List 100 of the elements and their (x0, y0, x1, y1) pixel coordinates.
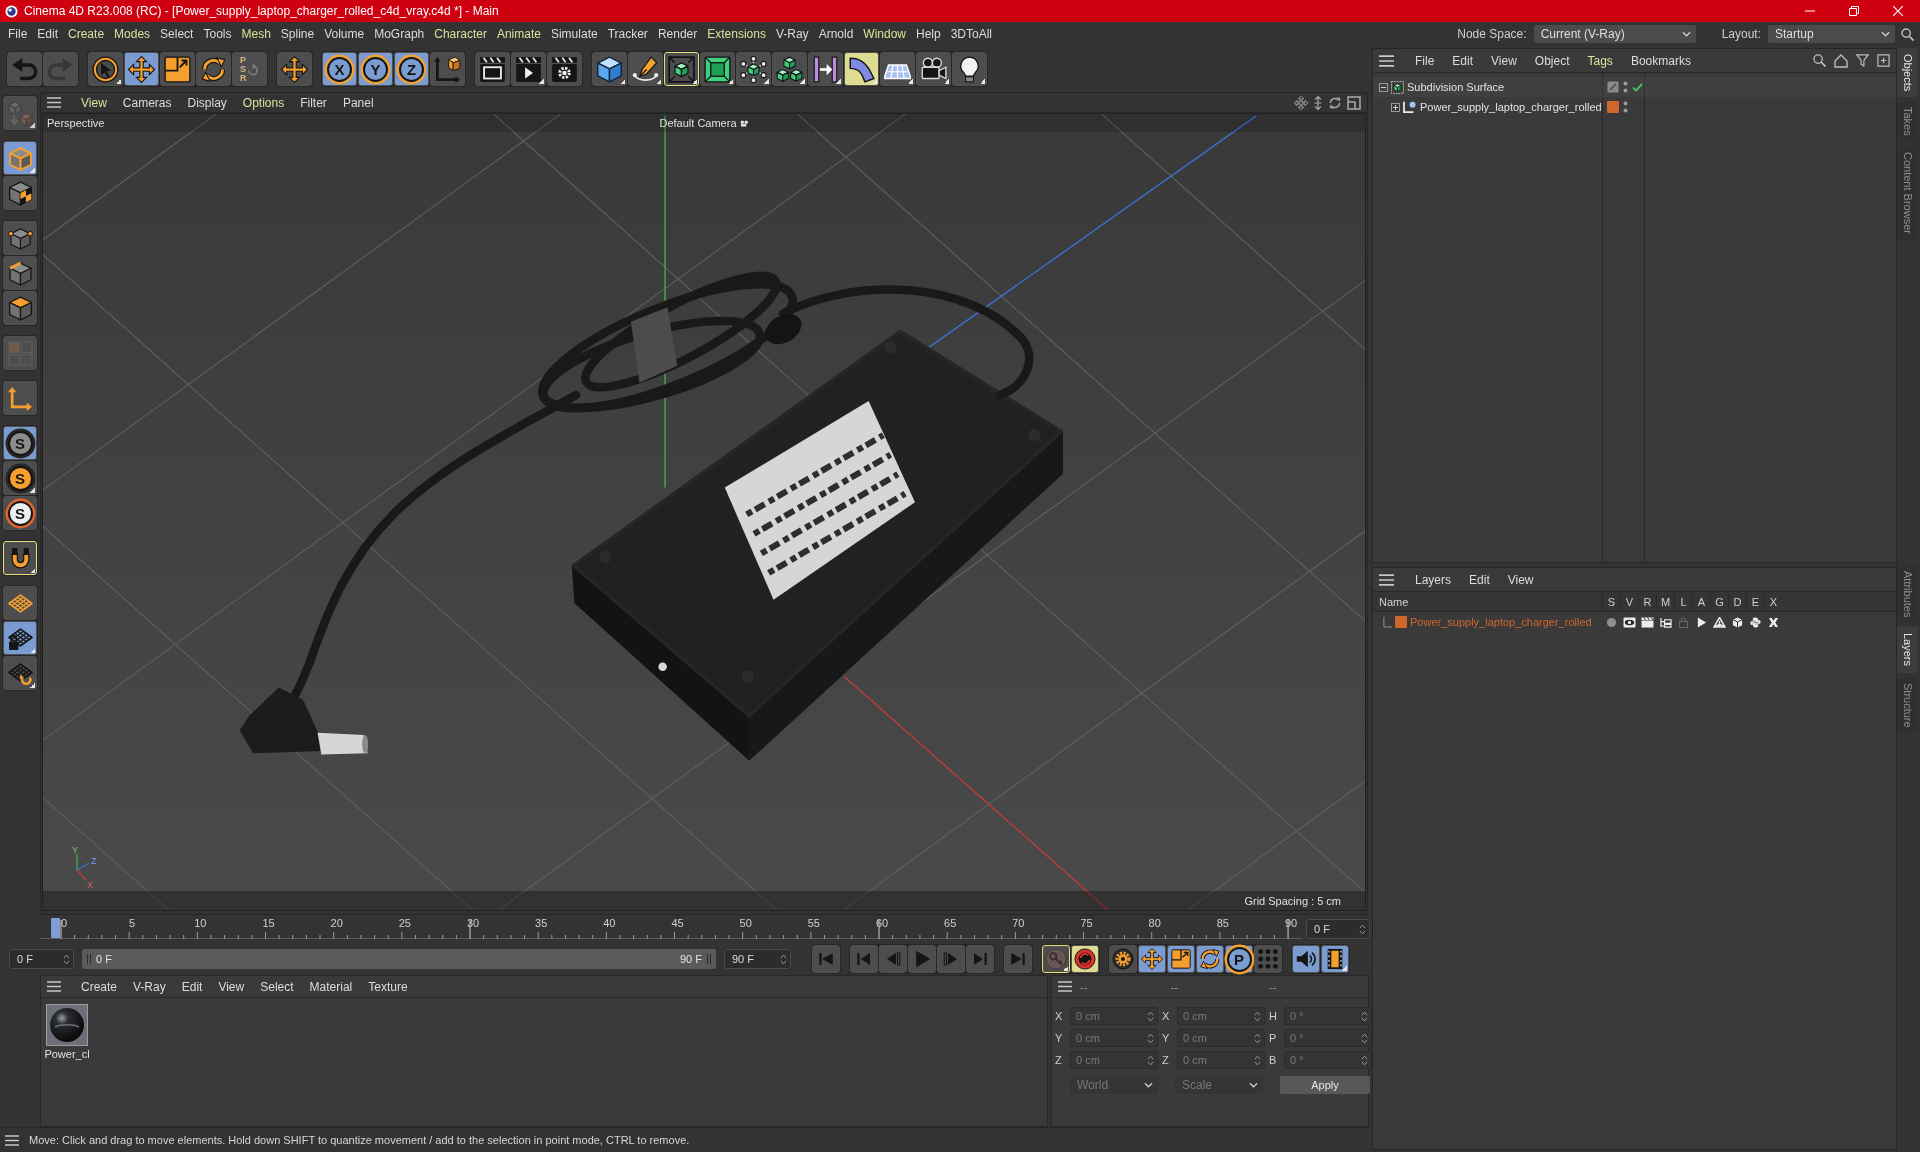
menu-item[interactable]: View (212, 977, 251, 996)
render-settings-button[interactable] (547, 52, 582, 86)
cloner-button[interactable] (736, 52, 771, 86)
menu-item[interactable]: Tracker (602, 25, 653, 43)
menu-item[interactable]: View (1484, 51, 1524, 70)
snap-button[interactable]: S (3, 426, 37, 460)
rotate-tool-button[interactable] (196, 52, 231, 86)
x-shape-icon[interactable] (1766, 616, 1780, 628)
menu-item[interactable]: Select (254, 977, 300, 996)
menu-item[interactable]: Mesh (236, 25, 276, 43)
menu-icon[interactable] (1058, 981, 1072, 992)
rotation-key-button[interactable] (1196, 945, 1224, 973)
live-selection-button[interactable] (88, 52, 123, 86)
tree-expand-icon[interactable] (1391, 102, 1400, 112)
home-icon[interactable] (1834, 53, 1848, 68)
maximize-icon[interactable] (1347, 95, 1361, 110)
menu-item[interactable]: Edit (1445, 51, 1481, 70)
axis-lock-button[interactable]: X (322, 52, 357, 86)
coordinate-system-button[interactable] (430, 52, 465, 86)
move-tool-button[interactable] (124, 52, 159, 86)
spinner-arrows-icon[interactable] (780, 953, 787, 965)
dot-icon[interactable] (1604, 616, 1618, 628)
extrude-button[interactable] (700, 52, 735, 86)
timeline-ruler[interactable]: 0 5 10 15 20 25 30 35 40 45 50 55 60 65 70 75 80 85 90 (40, 916, 1302, 942)
axis-lock-button[interactable]: Z (394, 52, 429, 86)
menu-item[interactable]: Texture (362, 977, 414, 996)
menu-item[interactable]: Create (63, 25, 110, 43)
search-icon[interactable] (1813, 54, 1826, 67)
menu-item[interactable]: Panel (336, 93, 380, 112)
clapperboard-icon[interactable] (1640, 616, 1654, 628)
object-name[interactable]: Subdivision Surface (1407, 81, 1505, 93)
menu-item[interactable]: V-Ray (127, 977, 172, 996)
close-icon[interactable] (1893, 6, 1903, 16)
menu-item[interactable]: 3DToAll (945, 25, 998, 43)
menu-item[interactable]: Render (652, 25, 703, 43)
menu-item[interactable]: Layers (1408, 570, 1459, 589)
snap-quantize-button[interactable]: S (3, 496, 37, 530)
visibility-dots-icon[interactable] (1623, 101, 1628, 113)
restore-icon[interactable] (1849, 6, 1859, 16)
no-layer-icon[interactable] (1607, 81, 1619, 93)
viewport-canvas[interactable]: Perspective Default Camera Y Z X Grid Spacing : 5 cm (42, 113, 1366, 912)
side-tab[interactable]: Layers (1897, 627, 1918, 673)
axis-mode-button[interactable] (3, 381, 37, 415)
menu-item[interactable]: Edit (32, 25, 64, 43)
menu-item[interactable]: Edit (1462, 570, 1497, 589)
magnet-button[interactable] (3, 541, 37, 575)
array-button[interactable] (772, 52, 807, 86)
key-settings-button[interactable] (1109, 945, 1137, 973)
current-frame-field[interactable]: 0 F (1306, 919, 1370, 939)
start-frame-field[interactable]: 0 F (9, 949, 74, 969)
go-to-start-button[interactable] (812, 945, 840, 973)
model-mode-button[interactable] (3, 141, 37, 175)
new-panel-icon[interactable] (1877, 54, 1890, 67)
menu-item[interactable]: Tags (1580, 51, 1620, 70)
record-keys-button[interactable] (1042, 945, 1070, 973)
eye-icon[interactable] (1622, 616, 1636, 628)
search-icon[interactable] (1901, 27, 1914, 41)
object-name[interactable]: Power_supply_laptop_charger_rolled (1420, 101, 1602, 113)
menu-item[interactable]: Arnold (813, 25, 859, 43)
transform-tool-button[interactable] (277, 52, 312, 86)
frame-range-slider[interactable]: 0 F 90 F (82, 949, 716, 969)
menu-icon[interactable] (47, 97, 61, 108)
menu-item[interactable]: Cameras (116, 93, 178, 112)
menu-icon[interactable] (47, 981, 61, 992)
menu-item[interactable]: Edit (175, 977, 209, 996)
grip-icon[interactable] (707, 954, 711, 964)
render-button[interactable] (511, 52, 546, 86)
up-down-arrows-icon[interactable] (1313, 95, 1323, 110)
pen-button[interactable] (628, 52, 663, 86)
menu-item[interactable]: Create (75, 977, 124, 996)
menu-item[interactable]: File (1408, 51, 1442, 70)
menu-item[interactable]: Character (429, 25, 492, 43)
menu-item[interactable]: Simulate (545, 25, 603, 43)
node-space-dropdown[interactable]: Current (V-Ray) (1533, 25, 1696, 43)
autokey-button[interactable] (1071, 945, 1099, 973)
grip-icon[interactable] (87, 954, 91, 964)
menu-item[interactable]: File (3, 25, 33, 43)
workplane-button[interactable] (3, 586, 37, 620)
floor-button[interactable] (880, 52, 915, 86)
menu-item[interactable]: Material (303, 977, 359, 996)
spinner-arrows-icon[interactable] (63, 953, 70, 965)
subdivision-surface-button[interactable] (664, 52, 699, 86)
move-arrows-icon[interactable] (1294, 95, 1308, 110)
deformer-button[interactable] (808, 52, 843, 86)
menu-item[interactable]: Bookmarks (1623, 51, 1698, 70)
layer-color-swatch[interactable] (1607, 101, 1619, 113)
menu-icon[interactable] (1379, 54, 1394, 67)
snap-enable-button[interactable]: S (3, 461, 37, 495)
menu-item[interactable]: V-Ray (770, 25, 814, 43)
edges-mode-button[interactable] (3, 256, 37, 290)
sound-button[interactable] (1292, 945, 1320, 973)
menu-item[interactable]: Window (858, 25, 911, 43)
menu-item[interactable]: Select (155, 25, 199, 43)
spinner-arrows-icon[interactable] (1359, 923, 1366, 935)
texture-mode-button[interactable] (3, 176, 37, 210)
menu-icon[interactable] (5, 1134, 19, 1146)
material-tile[interactable]: Power_cl (44, 1003, 90, 1061)
light-button[interactable] (952, 52, 987, 86)
camera-button[interactable] (916, 52, 951, 86)
menu-item[interactable]: View (75, 93, 113, 112)
